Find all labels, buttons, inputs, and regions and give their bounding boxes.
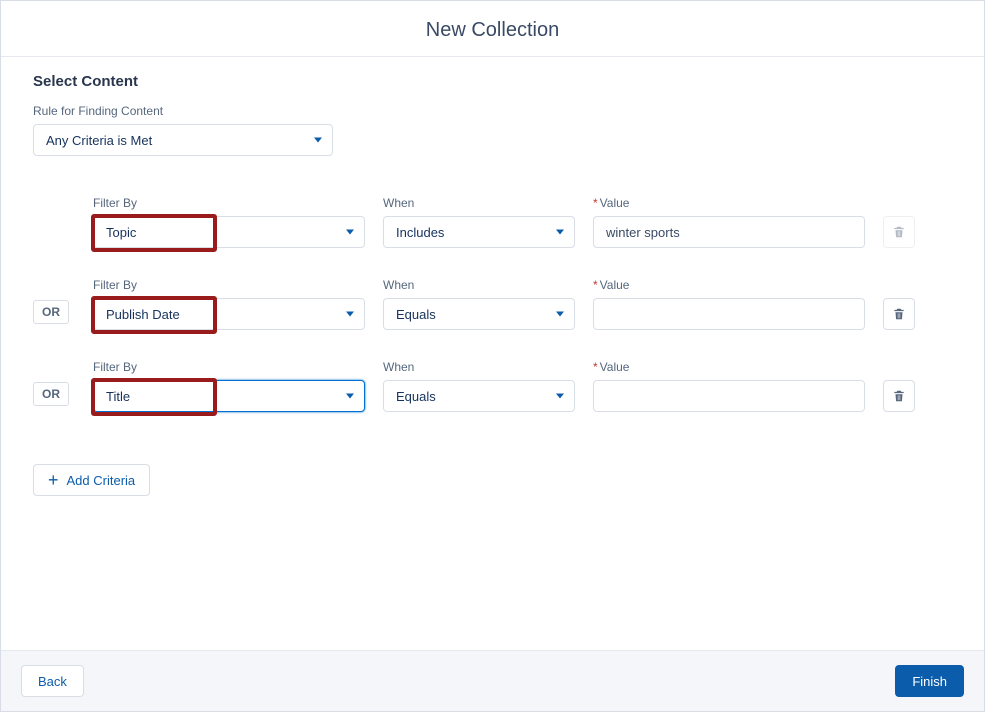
filter-by-value: Title [106, 389, 130, 404]
value-label: *Value [593, 278, 865, 292]
criteria-rows: Filter ByTopicWhenIncludes*ValueORFilter… [93, 196, 952, 412]
required-marker: * [593, 196, 598, 210]
chevron-down-icon [314, 138, 322, 143]
value-column: *Value [593, 278, 865, 330]
delete-criteria-button[interactable] [883, 298, 915, 330]
required-marker: * [593, 278, 598, 292]
when-value: Equals [396, 389, 436, 404]
rule-select-value: Any Criteria is Met [46, 133, 152, 148]
modal-body: Select Content Rule for Finding Content … [1, 57, 984, 650]
when-label: When [383, 360, 575, 374]
filter-by-select[interactable]: Publish Date [93, 298, 365, 330]
chevron-down-icon [556, 230, 564, 235]
delete-column [883, 380, 915, 412]
add-criteria-button[interactable]: + Add Criteria [33, 464, 150, 496]
chevron-down-icon [346, 312, 354, 317]
trash-icon [892, 225, 906, 239]
new-collection-modal: New Collection Select Content Rule for F… [0, 0, 985, 712]
section-title: Select Content [33, 73, 952, 90]
back-button[interactable]: Back [21, 665, 84, 697]
rule-select[interactable]: Any Criteria is Met [33, 124, 333, 156]
finish-button[interactable]: Finish [895, 665, 964, 697]
when-column: When Includes [383, 196, 575, 248]
value-input[interactable] [593, 216, 865, 248]
or-badge: OR [33, 382, 69, 406]
filter-by-label: Filter By [93, 360, 365, 374]
when-label: When [383, 278, 575, 292]
value-label: *Value [593, 196, 865, 210]
plus-icon: + [48, 471, 59, 489]
delete-column [883, 216, 915, 248]
modal-header: New Collection [1, 1, 984, 57]
trash-icon [892, 389, 906, 403]
modal-title: New Collection [1, 19, 984, 42]
value-column: *Value [593, 196, 865, 248]
value-column: *Value [593, 360, 865, 412]
when-column: When Equals [383, 360, 575, 412]
value-input[interactable] [593, 380, 865, 412]
when-select[interactable]: Includes [383, 216, 575, 248]
when-value: Includes [396, 225, 444, 240]
required-marker: * [593, 360, 598, 374]
delete-column [883, 298, 915, 330]
delete-criteria-button[interactable] [883, 380, 915, 412]
filter-by-label: Filter By [93, 278, 365, 292]
chevron-down-icon [556, 394, 564, 399]
when-column: When Equals [383, 278, 575, 330]
when-select[interactable]: Equals [383, 380, 575, 412]
chevron-down-icon [346, 394, 354, 399]
modal-footer: Back Finish [1, 650, 984, 711]
filter-by-column: Filter By Title [93, 360, 365, 412]
value-input[interactable] [593, 298, 865, 330]
criteria-row: Filter By Topic When Includes *Value [93, 196, 952, 248]
filter-by-column: Filter By Topic [93, 196, 365, 248]
criteria-row: ORFilter ByTitleWhenEquals*Value [93, 360, 952, 412]
trash-icon [892, 307, 906, 321]
or-badge: OR [33, 300, 69, 324]
chevron-down-icon [556, 312, 564, 317]
value-label: *Value [593, 360, 865, 374]
criteria-row: ORFilter ByPublish DateWhenEquals*Value [93, 278, 952, 330]
filter-by-select[interactable]: Title [93, 380, 365, 412]
filter-by-column: Filter By Publish Date [93, 278, 365, 330]
add-criteria-label: Add Criteria [67, 473, 136, 488]
chevron-down-icon [346, 230, 354, 235]
filter-by-label: Filter By [93, 196, 365, 210]
delete-criteria-button [883, 216, 915, 248]
when-select[interactable]: Equals [383, 298, 575, 330]
filter-by-value: Publish Date [106, 307, 180, 322]
rule-select-label: Rule for Finding Content [33, 104, 952, 118]
filter-by-value: Topic [106, 225, 136, 240]
filter-by-select[interactable]: Topic [93, 216, 365, 248]
when-value: Equals [396, 307, 436, 322]
when-label: When [383, 196, 575, 210]
